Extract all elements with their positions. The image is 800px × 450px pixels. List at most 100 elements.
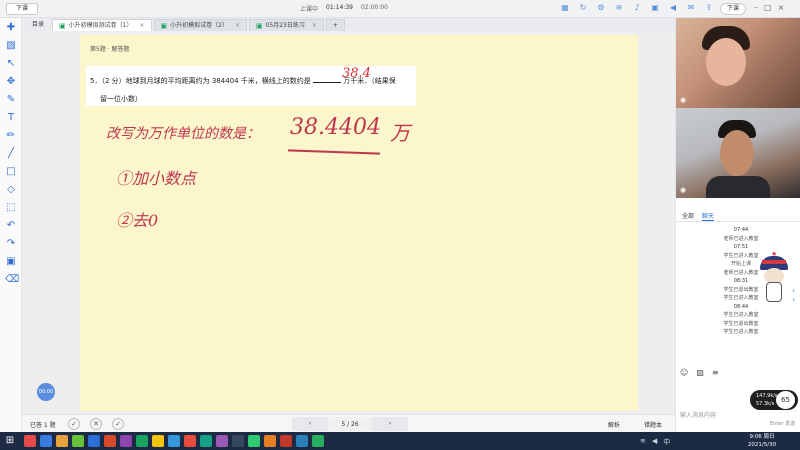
- app-icon[interactable]: [232, 435, 244, 447]
- end-class-button[interactable]: 下课: [720, 3, 746, 15]
- app-icon[interactable]: [136, 435, 148, 447]
- app-icon[interactable]: [120, 435, 132, 447]
- prev-page-button[interactable]: ‹: [292, 417, 328, 431]
- pager: ‹ 5 / 26 ›: [292, 417, 408, 431]
- doc-icon: ▣: [59, 21, 66, 30]
- app-icon[interactable]: [152, 435, 164, 447]
- chat-input[interactable]: 输入消息内容: [680, 410, 716, 419]
- mic-icon[interactable]: ♪: [632, 3, 642, 13]
- image-icon[interactable]: ▧: [696, 368, 704, 377]
- app-icon[interactable]: [56, 435, 68, 447]
- app-icon[interactable]: [200, 435, 212, 447]
- share-icon[interactable]: ⇪: [704, 3, 714, 13]
- top-bar: 下课 上课中 01:14:39 02:00:00 ▦ ↻ ⚙ ≋ ♪ ▣ ◀ ✉…: [0, 0, 800, 18]
- wifi-icon[interactable]: ≋: [640, 437, 646, 447]
- remaining-time: 02:00:00: [360, 4, 388, 11]
- shape-icon[interactable]: □: [5, 166, 17, 178]
- chat-tabs: 全部 聊天: [676, 208, 800, 222]
- document-tabs: 目录 ▣ 小升初模拟测试卷（1） × ▣ 小升初模拟试卷（2） × ▣ 05月23日练习 ×…: [22, 18, 675, 31]
- check-icon[interactable]: ✓: [68, 418, 80, 430]
- next-page-button[interactable]: ›: [372, 417, 408, 431]
- maximize-icon[interactable]: □: [764, 3, 772, 12]
- close-tab-icon[interactable]: ×: [312, 20, 317, 32]
- undo-icon[interactable]: ↶: [5, 220, 17, 232]
- half-check-icon[interactable]: ✓: [112, 418, 124, 430]
- redo-icon[interactable]: ↷: [5, 238, 17, 250]
- close-tab-icon[interactable]: ×: [139, 20, 144, 32]
- laser-icon[interactable]: ✎: [5, 94, 17, 106]
- analysis-button[interactable]: 解析: [608, 420, 620, 429]
- refresh-icon[interactable]: ↻: [578, 3, 588, 13]
- video-camera-icon[interactable]: ◉: [680, 186, 686, 194]
- tab-chat[interactable]: 聊天: [702, 211, 715, 221]
- camera-icon[interactable]: ▣: [650, 3, 660, 13]
- list-icon[interactable]: ≡: [712, 368, 719, 377]
- timer-bubble[interactable]: 00:00: [37, 383, 55, 401]
- move-icon[interactable]: ✥: [5, 76, 17, 88]
- system-tray: ≋ ◀ 中: [640, 437, 670, 447]
- handwriting-underline: [287, 149, 381, 155]
- settings-icon[interactable]: ⚙: [596, 3, 606, 13]
- status-label: 上课中: [300, 6, 319, 13]
- volume-icon[interactable]: ◀: [668, 3, 678, 13]
- taskbar: ⊞ ≋ ◀ 中 9:06 周日 2021/5/30: [0, 432, 800, 450]
- pointer-icon[interactable]: ↖: [5, 58, 17, 70]
- app-icon[interactable]: [296, 435, 308, 447]
- add-icon[interactable]: ✚: [5, 22, 17, 34]
- minimize-icon[interactable]: –: [754, 3, 758, 12]
- send-hint: Enter 发送: [770, 421, 796, 427]
- line-icon[interactable]: ╱: [5, 148, 17, 160]
- handwriting-step-2: ②去0: [116, 211, 159, 230]
- breadcrumb: 第5题 · 解答题: [90, 46, 130, 53]
- tab-catalog[interactable]: 目录: [26, 19, 50, 31]
- app-icon[interactable]: [216, 435, 228, 447]
- wrong-icon[interactable]: ✕: [90, 418, 102, 430]
- app-icon[interactable]: [248, 435, 260, 447]
- pen-icon[interactable]: ✏: [5, 130, 17, 142]
- app-icon[interactable]: [104, 435, 116, 447]
- app-icon[interactable]: [88, 435, 100, 447]
- network-badge: 147.9k/s 57.3k/s 65: [750, 390, 798, 410]
- bottom-bar: 已答 1 题 ✓ ✕ ✓ ‹ 5 / 26 › 解析 错题本: [22, 414, 675, 432]
- text-icon[interactable]: T: [5, 112, 17, 124]
- chat-icon[interactable]: ✉: [686, 3, 696, 13]
- grid-icon[interactable]: ▦: [560, 3, 570, 13]
- emoji-icon[interactable]: ☺: [680, 368, 688, 377]
- windows-icon[interactable]: ⊞: [4, 435, 16, 447]
- select-icon[interactable]: ⬚: [5, 202, 17, 214]
- app-icon[interactable]: [168, 435, 180, 447]
- teacher-video: ◉: [676, 108, 800, 198]
- clear-icon[interactable]: ⌫: [5, 274, 19, 286]
- tab-test-2[interactable]: ▣ 小升初模拟试卷（2） ×: [153, 19, 247, 32]
- image-icon[interactable]: ▧: [5, 40, 17, 52]
- app-icon[interactable]: [184, 435, 196, 447]
- app-icon[interactable]: [264, 435, 276, 447]
- tab-all[interactable]: 全部: [682, 211, 694, 220]
- ime-icon[interactable]: 中: [663, 437, 670, 447]
- tab-practice[interactable]: ▣ 05月23日练习 ×: [248, 19, 324, 32]
- close-tab-icon[interactable]: ×: [235, 20, 240, 32]
- student-video: ◉: [676, 18, 800, 108]
- close-icon[interactable]: ×: [778, 3, 785, 12]
- wifi-icon[interactable]: ≋: [614, 3, 624, 13]
- taskbar-apps: [24, 435, 324, 447]
- app-icon[interactable]: [24, 435, 36, 447]
- app-icon[interactable]: [40, 435, 52, 447]
- app-icon[interactable]: [72, 435, 84, 447]
- eraser-icon[interactable]: ◇: [5, 184, 17, 196]
- mistakes-button[interactable]: 错题本: [644, 420, 662, 429]
- tab-test-1[interactable]: ▣ 小升初模拟测试卷（1） ×: [52, 19, 152, 32]
- scroll-arrows-icon[interactable]: ‹ ›: [792, 286, 795, 304]
- add-tab-button[interactable]: +: [325, 19, 345, 31]
- app-icon[interactable]: [312, 435, 324, 447]
- doc-icon: ▣: [160, 21, 168, 30]
- screen-icon[interactable]: ▣: [5, 256, 17, 268]
- whiteboard-page[interactable]: 第5题 · 解答题 5．（2 分）地球到月球的平均距离约为 384404 千米，…: [80, 35, 638, 411]
- app-icon[interactable]: [280, 435, 292, 447]
- video-camera-icon[interactable]: ◉: [680, 96, 686, 104]
- chat-tools: ☺ ▧ ≡: [680, 368, 719, 377]
- clock[interactable]: 9:06 周日 2021/5/30: [742, 433, 782, 449]
- window-controls: – □ ×: [754, 3, 784, 12]
- volume-icon[interactable]: ◀: [652, 437, 657, 447]
- lower-button[interactable]: 下课: [6, 3, 38, 15]
